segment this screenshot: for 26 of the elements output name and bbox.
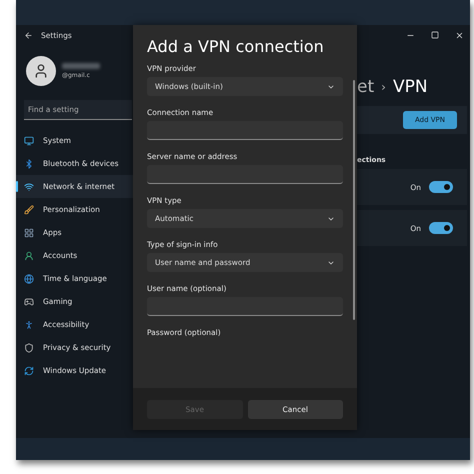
input-field[interactable] <box>147 121 343 140</box>
dialog-title: Add a VPN connection <box>147 37 325 56</box>
breadcrumb-separator: › <box>381 80 386 94</box>
input-field[interactable] <box>147 165 343 184</box>
shield-icon <box>24 342 34 352</box>
bluetooth-icon <box>24 158 34 168</box>
scrollbar[interactable] <box>353 80 355 320</box>
figure-icon <box>24 320 34 330</box>
back-icon[interactable] <box>24 30 33 40</box>
toggle-switch[interactable] <box>429 181 453 193</box>
monitor-icon <box>24 136 34 146</box>
input-field[interactable] <box>147 297 343 316</box>
wifi-icon <box>24 182 34 192</box>
refresh-icon <box>24 366 34 376</box>
globe-icon <box>24 274 34 284</box>
redacted-name <box>62 63 100 69</box>
grid-icon <box>24 228 34 238</box>
close-icon[interactable] <box>455 30 464 40</box>
gamepad-icon <box>24 296 34 306</box>
breadcrumb-text: et <box>357 77 374 97</box>
avatar <box>26 56 56 86</box>
page-title: VPN <box>392 77 428 97</box>
brush-icon <box>24 204 34 214</box>
person-icon <box>24 250 34 260</box>
maximize-icon[interactable] <box>431 31 439 39</box>
toggle-switch[interactable] <box>429 222 453 234</box>
